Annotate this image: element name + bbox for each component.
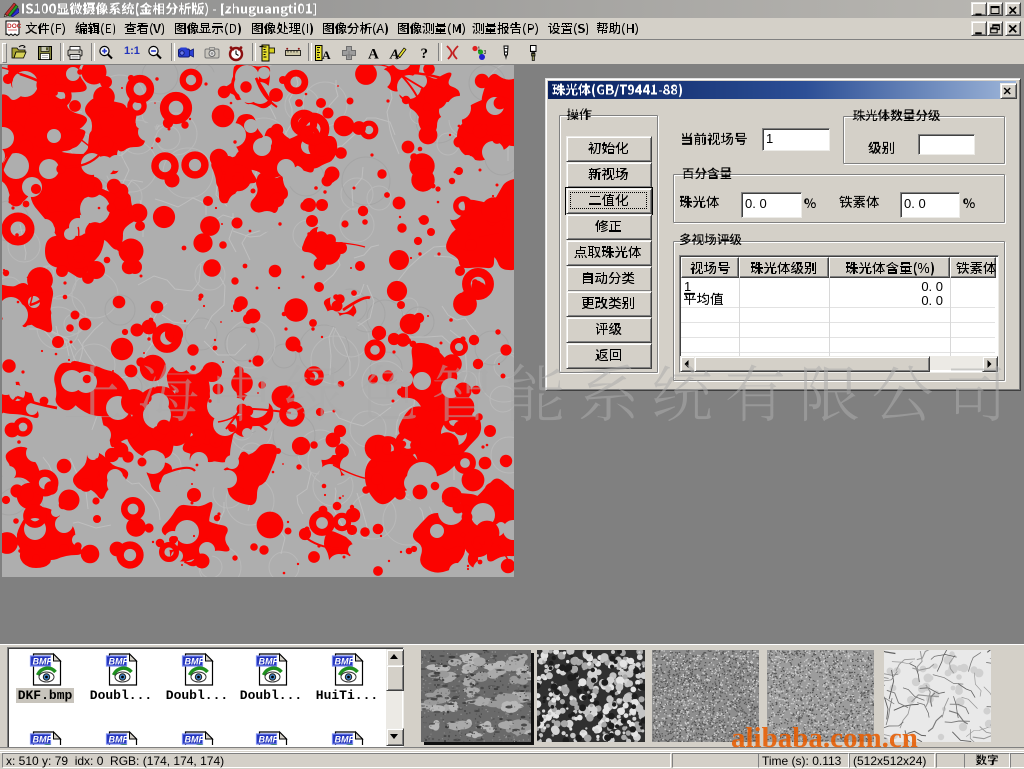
svg-text:BMP: BMP	[33, 735, 54, 745]
svg-text:BMP: BMP	[185, 735, 206, 745]
svg-text:A: A	[322, 48, 331, 62]
svg-text:BMP: BMP	[259, 735, 280, 745]
svg-text:BMP: BMP	[109, 735, 130, 745]
svg-text:BMP: BMP	[259, 657, 280, 667]
svg-text:3: 3	[484, 50, 487, 56]
svg-text:BMP: BMP	[335, 657, 356, 667]
svg-text:1: 1	[478, 47, 481, 53]
svg-text:A: A	[389, 48, 399, 63]
svg-text:BMP: BMP	[33, 657, 54, 667]
svg-text:BMP: BMP	[335, 735, 356, 745]
svg-text:?: ?	[421, 46, 429, 62]
svg-text:BMP: BMP	[185, 657, 206, 667]
svg-text:BMP: BMP	[109, 657, 130, 667]
svg-text:DOC: DOC	[7, 23, 21, 30]
svg-text:A: A	[368, 47, 379, 63]
